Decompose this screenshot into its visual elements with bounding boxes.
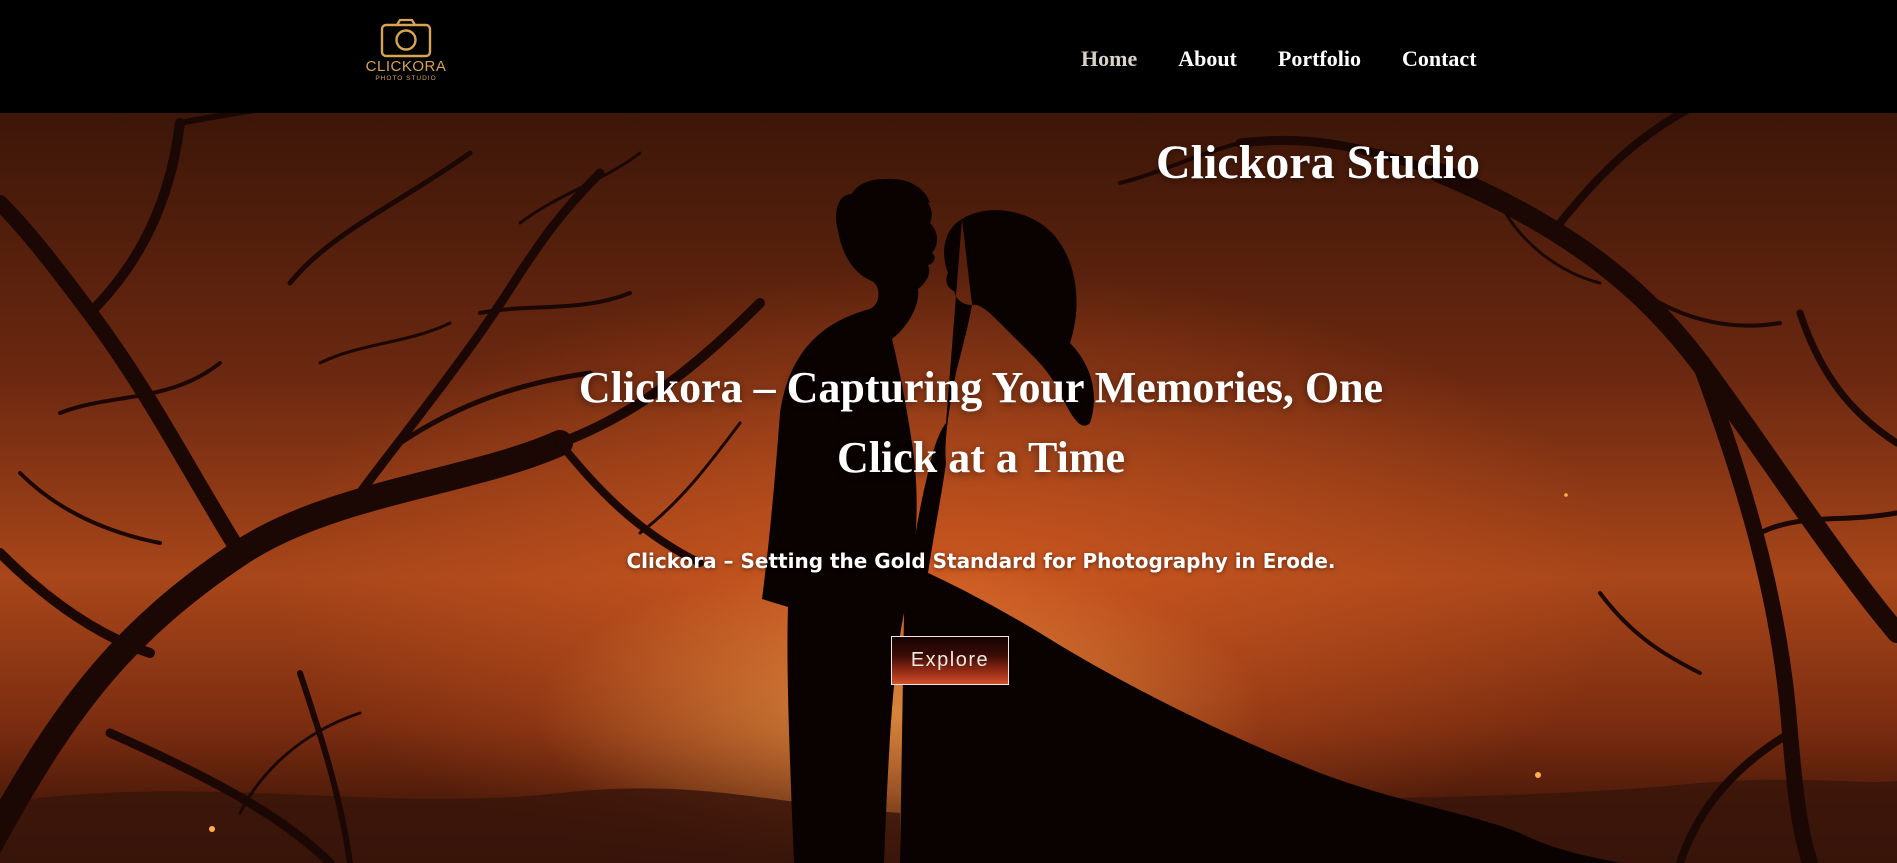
brand-name: CLICKORA [365, 58, 447, 75]
brand-tagline: PHOTO STUDIO [375, 75, 437, 82]
hero-section: Clickora Studio Clickora – Capturing You… [0, 113, 1897, 863]
site-header: CLICKORA PHOTO STUDIO Home About Portfol… [0, 0, 1897, 113]
explore-button[interactable]: Explore [891, 636, 1009, 685]
nav-item-contact[interactable]: Contact [1402, 44, 1477, 74]
nav-item-home[interactable]: Home [1081, 44, 1137, 74]
brand-logo[interactable]: CLICKORA PHOTO STUDIO [360, 18, 452, 92]
main-nav: Home About Portfolio Contact [1040, 44, 1477, 74]
nav-item-about[interactable]: About [1178, 44, 1237, 74]
camera-icon [380, 18, 432, 58]
hero-subheadline: Clickora – Setting the Gold Standard for… [626, 549, 1336, 573]
studio-title: Clickora Studio [1155, 136, 1480, 189]
hero-headline: Clickora – Capturing Your Memories, One … [578, 363, 1384, 482]
nav-item-portfolio[interactable]: Portfolio [1278, 44, 1361, 74]
